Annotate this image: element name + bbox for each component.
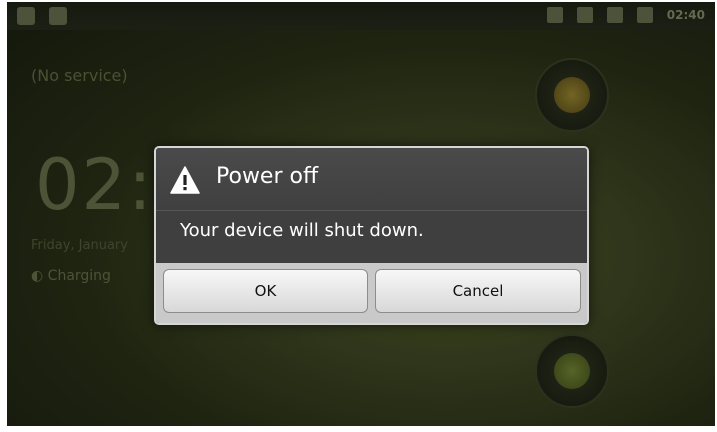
cancel-button[interactable]: Cancel <box>375 269 581 313</box>
ok-button[interactable]: OK <box>163 269 368 313</box>
warning-icon <box>170 166 200 194</box>
dialog-message: Your device will shut down. <box>180 220 424 241</box>
dialog-title: Power off <box>216 164 319 189</box>
power-off-dialog: Power off Your device will shut down. OK… <box>154 146 589 325</box>
lock-screen: 02:40 (No service) 02: Friday, January ◐… <box>7 2 715 426</box>
dialog-title-bar: Power off <box>156 148 587 211</box>
dialog-button-bar: OK Cancel <box>156 263 587 323</box>
